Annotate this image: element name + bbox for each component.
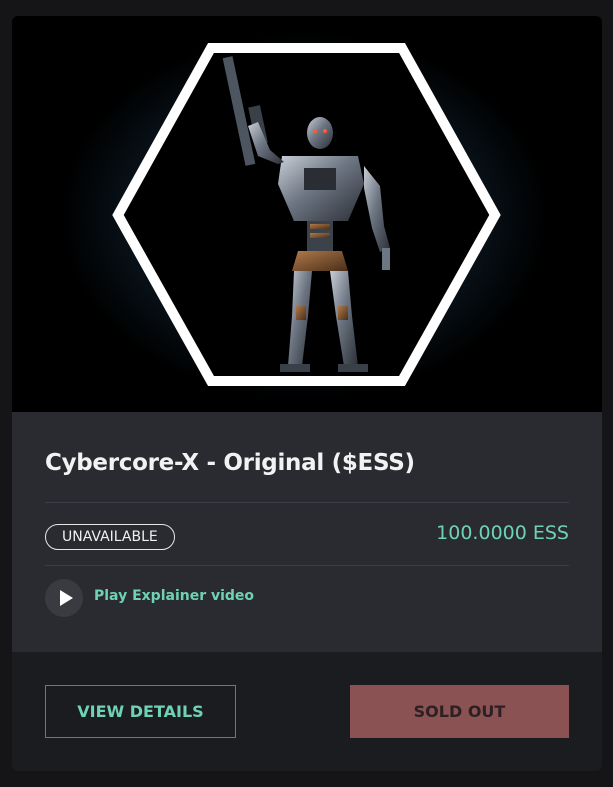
product-info-panel: Cybercore-X - Original ($ESS) UNAVAILABL… bbox=[12, 412, 602, 652]
title-divider bbox=[45, 502, 569, 503]
product-price: 100.0000 ESS bbox=[436, 522, 569, 544]
product-card: Cybercore-X - Original ($ESS) UNAVAILABL… bbox=[12, 16, 602, 771]
price-divider bbox=[45, 565, 569, 566]
product-media bbox=[12, 16, 602, 412]
play-video-button[interactable] bbox=[45, 579, 83, 617]
play-explainer-link[interactable]: Play Explainer video bbox=[94, 588, 254, 604]
product-title: Cybercore-X - Original ($ESS) bbox=[45, 450, 415, 476]
sold-out-button: SOLD OUT bbox=[350, 685, 569, 738]
view-details-button[interactable]: VIEW DETAILS bbox=[45, 685, 236, 738]
play-icon bbox=[60, 590, 73, 606]
status-badge: UNAVAILABLE bbox=[45, 524, 175, 550]
hexagon-frame bbox=[112, 43, 501, 386]
card-actions: VIEW DETAILS SOLD OUT bbox=[12, 652, 602, 771]
